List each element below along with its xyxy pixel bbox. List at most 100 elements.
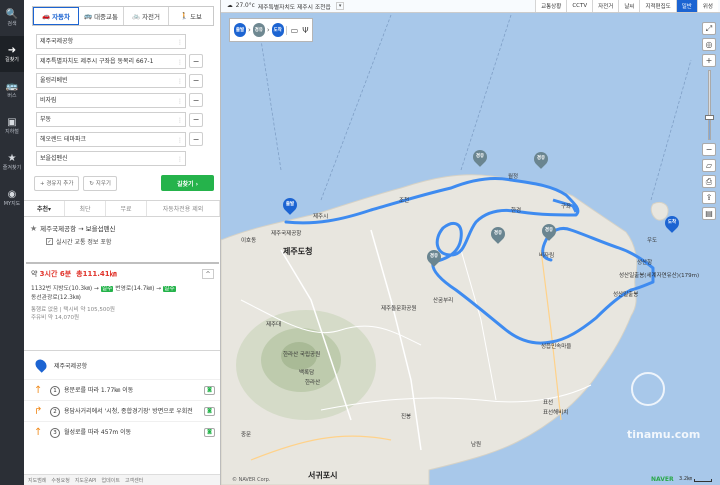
waypoint-input-destination[interactable]: 보을섭펜신 ⋮ — [36, 151, 186, 166]
map-label: 한라산 국립공원 — [283, 352, 321, 358]
chip-start[interactable]: 출발 — [234, 23, 246, 37]
zoom-slider-handle[interactable] — [704, 115, 714, 120]
route-panel: 🚗 자동차 🚌 대중교통 🚲 자전거 🚶 도보 제주국제공항 ⋮ 제주특별자치도 제주시 … — [24, 0, 221, 485]
tab-shortest[interactable]: 최단 — [65, 201, 106, 216]
waypoint-input[interactable]: 비자림 ⋮ — [36, 92, 186, 108]
zoom-slider[interactable] — [704, 70, 714, 140]
start-marker[interactable]: 출발 — [280, 195, 300, 216]
drag-handle-icon[interactable]: ⋮ — [177, 153, 183, 165]
star-icon: ★ — [7, 153, 17, 164]
checkbox-icon[interactable]: ✓ — [46, 238, 53, 245]
remove-waypoint-button[interactable]: − — [189, 93, 203, 107]
layer-traffic[interactable]: 교통상황 — [535, 0, 567, 12]
remove-waypoint-button[interactable]: − — [189, 73, 203, 88]
locate-icon[interactable]: ◎ — [702, 38, 716, 51]
save-icon[interactable]: ▤ — [702, 207, 716, 220]
zoom-out-button[interactable]: − — [702, 143, 716, 156]
drag-handle-icon[interactable]: ⋮ — [177, 36, 183, 48]
layer-weather[interactable]: 날씨 — [618, 0, 640, 12]
map-label: 진봉 — [401, 414, 412, 420]
waypoint-input-start[interactable]: 제주국제공항 ⋮ — [36, 34, 186, 49]
footer-link[interactable]: 지도범례 — [28, 477, 46, 484]
footer-link[interactable]: 고객센터 — [125, 477, 143, 484]
layer-cadastral[interactable]: 지적편집도 — [639, 0, 676, 12]
subway-icon: ▣ — [7, 117, 17, 128]
ruler-icon[interactable]: ▱ — [702, 159, 716, 172]
rail-item-search[interactable]: 🔍 검색 — [0, 0, 24, 36]
zoom-in-button[interactable]: + — [702, 54, 716, 67]
collapse-button[interactable]: ^ — [202, 269, 214, 279]
layer-normal[interactable]: 일반 — [675, 0, 697, 12]
rail-item-bus[interactable]: 🚌 버스 — [0, 72, 24, 108]
find-route-button[interactable]: 길찾기 › — [161, 175, 214, 191]
waypoint-input[interactable]: 부동 ⋮ — [36, 112, 186, 127]
star-icon[interactable]: ★ — [30, 224, 37, 233]
tab-car[interactable]: 🚗 자동차 — [33, 7, 79, 25]
waypoint-marker[interactable]: 경유 — [539, 221, 559, 242]
remove-waypoint-button[interactable]: − — [189, 112, 203, 127]
map-controls: ⤢ ◎ + − ▱ ⎙ ⇪ ▤ — [702, 22, 716, 220]
transport-mode-tabs: 🚗 자동차 🚌 대중교통 🚲 자전거 🚶 도보 — [32, 6, 214, 26]
drag-handle-icon[interactable]: ⋮ — [177, 114, 183, 126]
chip-destination[interactable]: 도착 — [271, 23, 284, 37]
map-canvas[interactable]: 제주도청 서귀포시 이호동 제주국제공항 제주시 조천 월정 한경 비자림 구좌… — [221, 0, 720, 485]
waypoint-marker[interactable]: 경유 — [531, 149, 551, 170]
remove-waypoint-button[interactable]: − — [189, 132, 203, 146]
footer-link[interactable]: 지도운API — [75, 477, 97, 484]
realtime-traffic-option[interactable]: ✓ 실시간 교통 정보 포함 — [46, 237, 212, 246]
waypoint-marker[interactable]: 경유 — [470, 147, 490, 168]
restaurant-icon[interactable]: Ψ — [302, 26, 308, 35]
share-icon[interactable]: ⇪ — [702, 191, 716, 204]
add-waypoint-button[interactable]: + 경유지 추가 — [34, 175, 80, 191]
tab-walk[interactable]: 🚶 도보 — [169, 7, 213, 25]
remove-waypoint-button[interactable]: − — [189, 54, 203, 68]
destination-marker[interactable]: 도착 — [662, 213, 682, 234]
list-item[interactable]: ↱ 2 용담사거리에서 '시청, 종합경기장' 방면으로 우회전 ◙ — [24, 400, 220, 421]
drag-handle-icon[interactable]: ⋮ — [177, 56, 183, 68]
rail-item-mymap[interactable]: ◉ MY지도 — [0, 180, 24, 216]
footer-link[interactable]: 수정요청 — [51, 477, 69, 484]
bus-icon[interactable]: ▭ — [291, 26, 299, 35]
waypoint-input[interactable]: 울렁리베빈 ⋮ — [36, 73, 186, 88]
waypoint-marker[interactable]: 경유 — [424, 247, 444, 268]
map-label: 조천 — [399, 198, 410, 204]
waypoint-input[interactable]: 헤오렌드 테마파크 ⋮ — [36, 131, 186, 147]
camera-icon[interactable]: ◙ — [204, 428, 215, 437]
tab-recommended[interactable]: 추천▾ — [24, 201, 65, 216]
rail-item-subway[interactable]: ▣ 지하철 — [0, 108, 24, 144]
print-icon[interactable]: ⎙ — [702, 175, 716, 188]
reset-button[interactable]: ↻ 지우기 — [83, 175, 117, 191]
waypoint-marker[interactable]: 경유 — [488, 224, 508, 245]
bicycle-icon: 🚲 — [131, 12, 141, 20]
rail-item-directions[interactable]: ➜ 길찾기 — [0, 36, 24, 72]
map-label-city: 제주도청 — [283, 247, 313, 256]
drag-handle-icon[interactable]: ⋮ — [177, 134, 183, 146]
drag-handle-icon[interactable]: ⋮ — [177, 95, 183, 107]
scale-bar: 3.2㎞ — [679, 475, 712, 482]
start-step[interactable]: 제주국제공항 — [24, 351, 220, 379]
tab-bicycle[interactable]: 🚲 자전거 — [124, 7, 169, 25]
camera-icon[interactable]: ◙ — [204, 386, 215, 395]
layer-cctv[interactable]: CCTV — [566, 0, 593, 12]
tab-free[interactable]: 무료 — [106, 201, 147, 216]
list-item[interactable]: ↑ 3 월성로를 따라 457m 이동 ◙ — [24, 421, 220, 442]
camera-icon[interactable]: ◙ — [204, 407, 215, 416]
list-item[interactable]: ↑ 1 용문로를 따라 1.77㎞ 이동 ◙ — [24, 379, 220, 400]
waypoint-input[interactable]: 제주특별자치도 제주시 구좌읍 동복리 667-1 ⋮ — [36, 53, 186, 69]
fullscreen-icon[interactable]: ⤢ — [702, 22, 716, 35]
tab-exclude-expressway[interactable]: 자동차전용 제외 — [147, 201, 220, 216]
footer-link[interactable]: 업데이트 — [102, 477, 120, 484]
layer-bicycle[interactable]: 자전거 — [592, 0, 619, 12]
chip-waypoint[interactable]: 경유 — [252, 23, 265, 37]
layer-satellite[interactable]: 위성 — [696, 0, 718, 12]
weather-info: ☁ 27.0°c 제주특별자치도 제주시 조천읍 ▾ — [221, 2, 345, 11]
tab-transit[interactable]: 🚌 대중교통 — [79, 7, 124, 25]
copyright: © NAVER Corp. — [232, 477, 271, 483]
straight-arrow-icon: ↑ — [34, 385, 43, 396]
directions-icon: ➜ — [7, 45, 17, 56]
map-label: 성산항 — [637, 260, 653, 266]
address-dropdown[interactable]: ▾ — [335, 2, 345, 10]
rail-item-favorites[interactable]: ★ 즐겨찾기 — [0, 144, 24, 180]
straight-arrow-icon: ↑ — [34, 427, 43, 438]
drag-handle-icon[interactable]: ⋮ — [177, 75, 183, 87]
